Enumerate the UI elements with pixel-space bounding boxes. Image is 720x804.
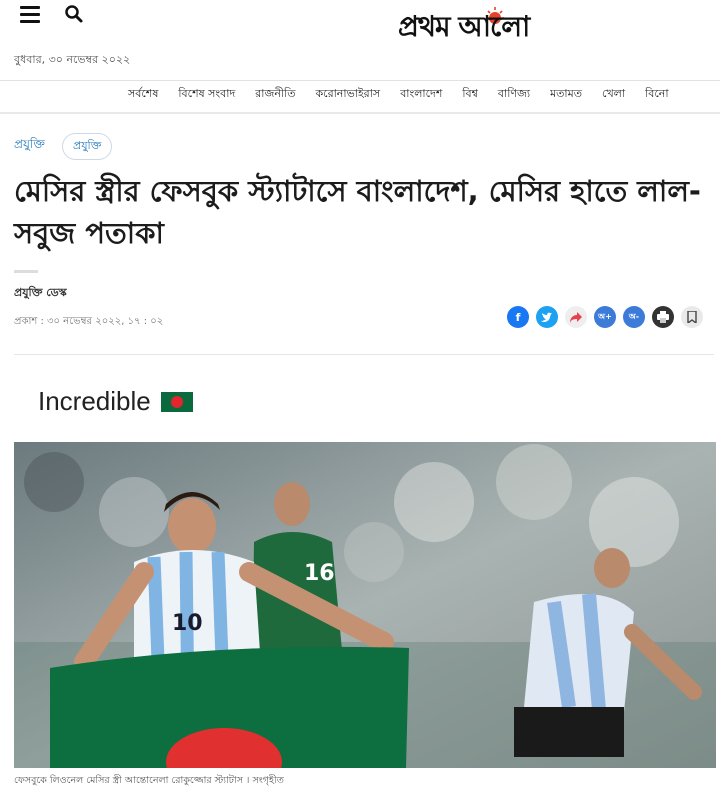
embedded-post-text: Incredible <box>38 386 193 417</box>
category-link[interactable]: প্রযুক্তি <box>14 136 45 156</box>
nav-divider-bottom <box>0 112 720 114</box>
author-divider <box>14 270 38 273</box>
share-toolbar: f অ+ অ- <box>507 306 703 328</box>
logo-text: প্রথম আলো <box>398 10 530 43</box>
svg-text:10: 10 <box>172 611 203 636</box>
bangladesh-flag-icon <box>160 391 193 412</box>
nav-item-business[interactable]: বাণিজ্য <box>498 85 530 105</box>
facebook-icon[interactable]: f <box>507 306 529 328</box>
article-photo[interactable]: 16 10 <box>14 442 716 768</box>
author-name[interactable]: প্রযুক্তি ডেস্ক <box>14 284 67 303</box>
font-decrease-icon[interactable]: অ- <box>623 306 645 328</box>
share-arrow-icon[interactable] <box>565 306 587 328</box>
nav-item-world[interactable]: বিশ্ব <box>462 85 478 105</box>
nav-item-corona[interactable]: করোনাভাইরাস <box>315 85 380 105</box>
article-headline: মেসির স্ত্রীর ফেসবুক স্ট্যাটাসে বাংলাদেশ… <box>14 174 701 250</box>
embed-text: Incredible <box>38 386 151 416</box>
main-nav: সর্বশেষ বিশেষ সংবাদ রাজনীতি করোনাভাইরাস … <box>128 85 689 105</box>
svg-text:16: 16 <box>304 561 335 586</box>
nav-item-special[interactable]: বিশেষ সংবাদ <box>178 85 235 105</box>
twitter-icon[interactable] <box>536 306 558 328</box>
nav-item-latest[interactable]: সর্বশেষ <box>128 85 158 105</box>
nav-item-politics[interactable]: রাজনীতি <box>255 85 295 105</box>
nav-divider-top <box>0 80 720 81</box>
category-pill[interactable]: প্রযুক্তি <box>62 133 113 160</box>
nav-item-opinion[interactable]: মতামত <box>550 85 582 105</box>
site-logo[interactable]: প্রথম আলো <box>398 6 608 54</box>
print-icon[interactable] <box>652 306 674 328</box>
publish-date: প্রকাশ : ৩০ নভেম্বর ২০২২, ১৭ : ০২ <box>14 316 164 327</box>
current-date: বুধবার, ৩০ নভেম্বর ২০২২ <box>14 53 131 66</box>
menu-icon[interactable] <box>20 6 40 23</box>
nav-item-sports[interactable]: খেলা <box>602 85 625 105</box>
nav-item-bangladesh[interactable]: বাংলাদেশ <box>400 85 442 105</box>
bookmark-icon[interactable] <box>681 306 703 328</box>
nav-item-entertainment[interactable]: বিনো <box>645 85 668 105</box>
google-news-icon[interactable]: অ+ <box>594 306 616 328</box>
search-icon[interactable] <box>64 4 84 24</box>
content-divider <box>14 354 714 355</box>
photo-caption: ফেসবুকে লিওনেল মেসির স্ত্রী আন্তোনেলা রো… <box>14 775 284 786</box>
